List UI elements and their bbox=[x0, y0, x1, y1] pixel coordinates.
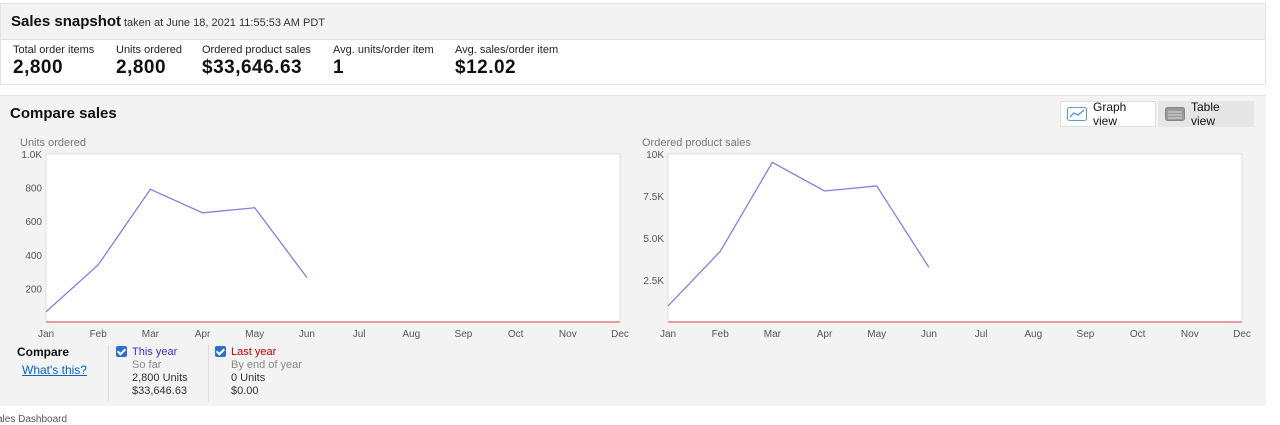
line-chart-icon bbox=[1067, 107, 1087, 121]
x-tick-label: Jan bbox=[38, 329, 54, 340]
x-tick-label: Oct bbox=[508, 329, 524, 340]
y-tick-label: 7.5K bbox=[643, 192, 664, 203]
metric-label: Total order items bbox=[13, 44, 95, 56]
y-tick-label: 5.0K bbox=[643, 234, 664, 245]
graph-view-button[interactable]: Graph view bbox=[1060, 100, 1156, 128]
x-tick-label: Aug bbox=[402, 329, 420, 340]
this-year-sub: So far bbox=[132, 359, 162, 371]
table-view-label: Table view bbox=[1191, 100, 1220, 128]
metrics-row: Total order items 2,800 Units ordered 2,… bbox=[0, 40, 1266, 85]
metric-total-order-items: Total order items 2,800 bbox=[13, 44, 94, 79]
metric-label: Ordered product sales bbox=[202, 44, 311, 56]
ordered-product-sales-chart: Ordered product sales 2.5K 5.0K 7.5K 10K Jan F… bbox=[622, 136, 1262, 346]
x-tick-label: Apr bbox=[195, 329, 211, 340]
units-ordered-chart: Units ordered 200 400 600 800 1.0K Jan Feb Mar Ap… bbox=[0, 136, 640, 346]
last-year-checkbox[interactable] bbox=[215, 346, 226, 357]
this-year-sales: $33,646.63 bbox=[132, 385, 188, 397]
metric-label: Avg. units/order item bbox=[333, 44, 434, 56]
snapshot-timestamp: taken at June 18, 2021 11:55:53 AM PDT bbox=[124, 17, 325, 29]
metric-value: $33,646.63 bbox=[202, 57, 303, 78]
sales-snapshot-header: Sales snapshot taken at June 18, 2021 11… bbox=[0, 3, 1266, 40]
metric-value: 2,800 bbox=[13, 57, 64, 78]
graph-view-label: Graph view bbox=[1093, 100, 1127, 128]
x-tick-label: Mar bbox=[764, 329, 782, 340]
chart-title: Units ordered bbox=[20, 137, 86, 149]
y-tick-label: 200 bbox=[25, 284, 42, 295]
table-view-button[interactable]: Table view bbox=[1158, 100, 1254, 128]
units-ordered-chart-svg: Units ordered 200 400 600 800 1.0K Jan Feb Mar Ap… bbox=[20, 137, 629, 340]
metric-ordered-product-sales: Ordered product sales $33,646.63 bbox=[202, 44, 311, 79]
compare-sales-panel: Compare sales Graph view Table view Unit… bbox=[0, 95, 1266, 406]
snapshot-title: Sales snapshot bbox=[11, 13, 122, 30]
x-tick-label: Jan bbox=[660, 329, 676, 340]
y-tick-label: 400 bbox=[25, 251, 42, 262]
x-tick-label: Feb bbox=[712, 329, 730, 340]
metric-value: $12.02 bbox=[455, 57, 517, 78]
compare-legend: Compare What's this? This year So far 2,… bbox=[0, 343, 640, 405]
metric-label: Units ordered bbox=[116, 44, 183, 56]
x-tick-label: May bbox=[245, 329, 264, 340]
y-tick-label: 10K bbox=[646, 150, 664, 161]
x-tick-label: Jun bbox=[921, 329, 937, 340]
y-tick-label: 800 bbox=[25, 184, 42, 195]
compare-sales-title: Compare sales bbox=[10, 105, 117, 122]
metric-avg-units-per-order-item: Avg. units/order item 1 bbox=[333, 44, 434, 79]
this-year-checkbox[interactable] bbox=[116, 346, 127, 357]
x-tick-label: Mar bbox=[142, 329, 160, 340]
y-tick-label: 600 bbox=[25, 217, 42, 228]
metric-label: Avg. sales/order item bbox=[455, 44, 559, 56]
x-tick-label: Jul bbox=[975, 329, 988, 340]
x-tick-label: Oct bbox=[1130, 329, 1146, 340]
x-tick-label: Sep bbox=[455, 329, 473, 340]
this-year-label: This year bbox=[132, 346, 178, 358]
chart-title: Ordered product sales bbox=[642, 137, 751, 149]
x-tick-label: Sep bbox=[1077, 329, 1095, 340]
metric-units-ordered: Units ordered 2,800 bbox=[116, 44, 182, 79]
x-tick-label: Jun bbox=[299, 329, 315, 340]
last-year-sub: By end of year bbox=[231, 359, 302, 371]
metric-value: 2,800 bbox=[116, 57, 167, 78]
whats-this-link[interactable]: What's this? bbox=[22, 363, 87, 377]
last-year-sales: $0.00 bbox=[231, 385, 259, 397]
last-year-units: 0 Units bbox=[231, 372, 266, 384]
x-tick-label: Nov bbox=[559, 329, 577, 340]
legend-divider bbox=[108, 345, 109, 401]
ordered-product-sales-chart-svg: Ordered product sales 2.5K 5.0K 7.5K 10K Jan F… bbox=[642, 137, 1251, 340]
this-year-units: 2,800 Units bbox=[132, 372, 188, 384]
legend-title: Compare bbox=[17, 345, 70, 359]
sales-dashboard-footer: ales Dashboard bbox=[0, 414, 68, 425]
metric-value: 1 bbox=[333, 57, 345, 78]
plot-area bbox=[667, 153, 1243, 323]
last-year-label: Last year bbox=[231, 346, 277, 358]
x-tick-label: May bbox=[867, 329, 886, 340]
x-tick-label: Apr bbox=[817, 329, 833, 340]
y-tick-label: 2.5K bbox=[643, 276, 664, 287]
y-tick-label: 1.0K bbox=[21, 150, 42, 161]
x-tick-label: Feb bbox=[90, 329, 108, 340]
table-icon bbox=[1165, 107, 1185, 121]
x-tick-label: Nov bbox=[1181, 329, 1199, 340]
x-tick-label: Dec bbox=[1233, 329, 1251, 340]
plot-area bbox=[45, 153, 621, 323]
x-tick-label: Aug bbox=[1024, 329, 1042, 340]
legend-divider bbox=[208, 345, 209, 401]
metric-avg-sales-per-order-item: Avg. sales/order item $12.02 bbox=[455, 44, 558, 79]
x-tick-label: Jul bbox=[353, 329, 366, 340]
